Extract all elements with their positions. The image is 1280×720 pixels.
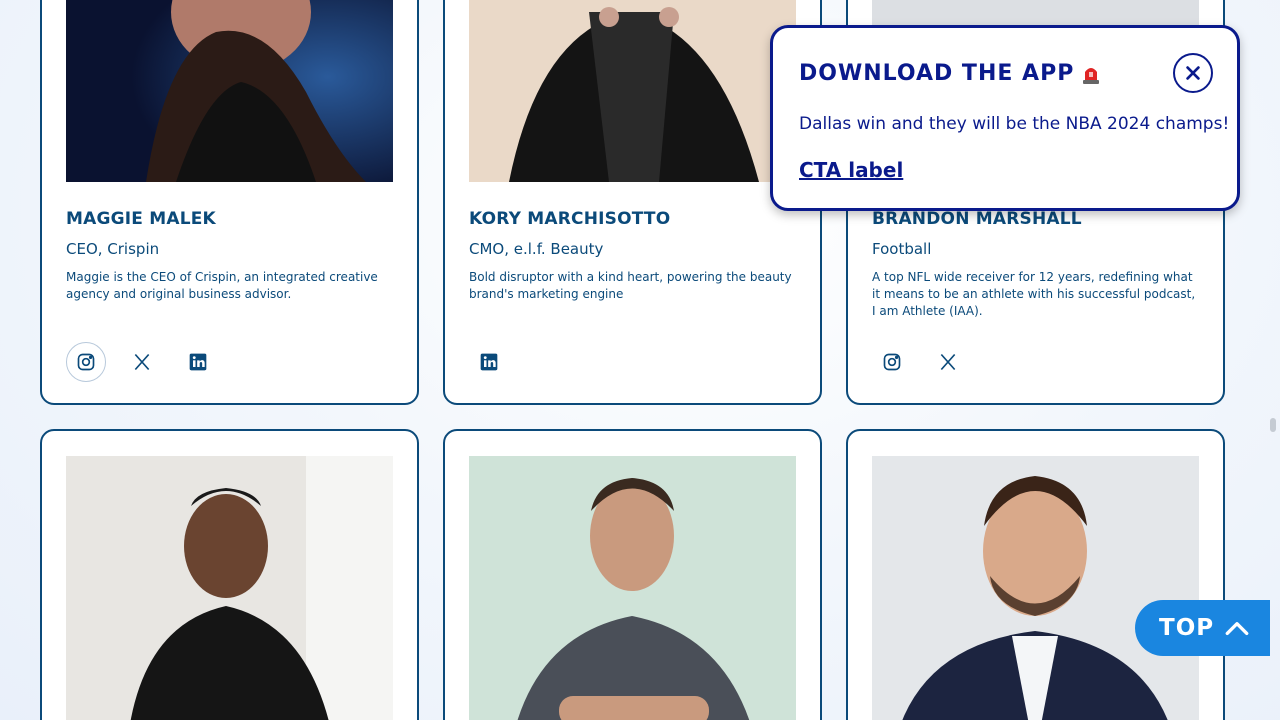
popup-message: Dallas win and they will be the NBA 2024… xyxy=(799,114,1230,134)
linkedin-icon[interactable] xyxy=(469,342,509,382)
speaker-name: KORY MARCHISOTTO xyxy=(469,209,671,229)
scroll-to-top-button[interactable]: TOP xyxy=(1135,600,1270,656)
close-button[interactable] xyxy=(1173,53,1213,93)
linkedin-icon[interactable] xyxy=(178,342,218,382)
close-icon xyxy=(1186,66,1200,80)
speaker-card xyxy=(40,429,419,720)
chevron-up-icon xyxy=(1225,622,1249,636)
popup-cta-link[interactable]: CTA label xyxy=(799,158,903,182)
speaker-name: MAGGIE MALEK xyxy=(66,209,216,229)
speaker-bio: Maggie is the CEO of Crispin, an integra… xyxy=(66,270,378,301)
social-links xyxy=(872,342,968,382)
speaker-role: CMO, e.l.f. Beauty xyxy=(469,240,604,258)
speaker-name: BRANDON MARSHALL xyxy=(872,209,1082,229)
instagram-icon[interactable] xyxy=(66,342,106,382)
speaker-role: CEO, Crispin xyxy=(66,240,160,258)
speaker-card xyxy=(846,429,1225,720)
social-links xyxy=(66,342,218,382)
speaker-bio: Bold disruptor with a kind heart, poweri… xyxy=(469,270,792,301)
speaker-role: Football xyxy=(872,240,932,258)
speaker-card xyxy=(443,429,822,720)
speaker-photo xyxy=(469,456,796,720)
popup-title-text: DOWNLOAD THE APP xyxy=(799,61,1075,86)
siren-icon xyxy=(1082,63,1100,85)
social-links xyxy=(469,342,509,382)
speaker-card-kory-marchisotto: KORY MARCHISOTTO CMO, e.l.f. Beauty Bold… xyxy=(443,0,822,405)
x-icon[interactable] xyxy=(122,342,162,382)
popup-title: DOWNLOAD THE APP xyxy=(799,61,1100,86)
download-app-popup: DOWNLOAD THE APP Dallas win and they wil… xyxy=(770,25,1240,211)
scrollbar-thumb[interactable] xyxy=(1270,418,1276,432)
speaker-photo xyxy=(66,0,393,182)
speaker-photo xyxy=(872,456,1199,720)
x-icon[interactable] xyxy=(928,342,968,382)
speaker-card-maggie-malek: MAGGIE MALEK CEO, Crispin Maggie is the … xyxy=(40,0,419,405)
instagram-icon[interactable] xyxy=(872,342,912,382)
speaker-photo xyxy=(66,456,393,720)
top-button-label: TOP xyxy=(1159,615,1215,641)
speaker-bio: A top NFL wide receiver for 12 years, re… xyxy=(872,270,1196,318)
speaker-photo xyxy=(469,0,796,182)
